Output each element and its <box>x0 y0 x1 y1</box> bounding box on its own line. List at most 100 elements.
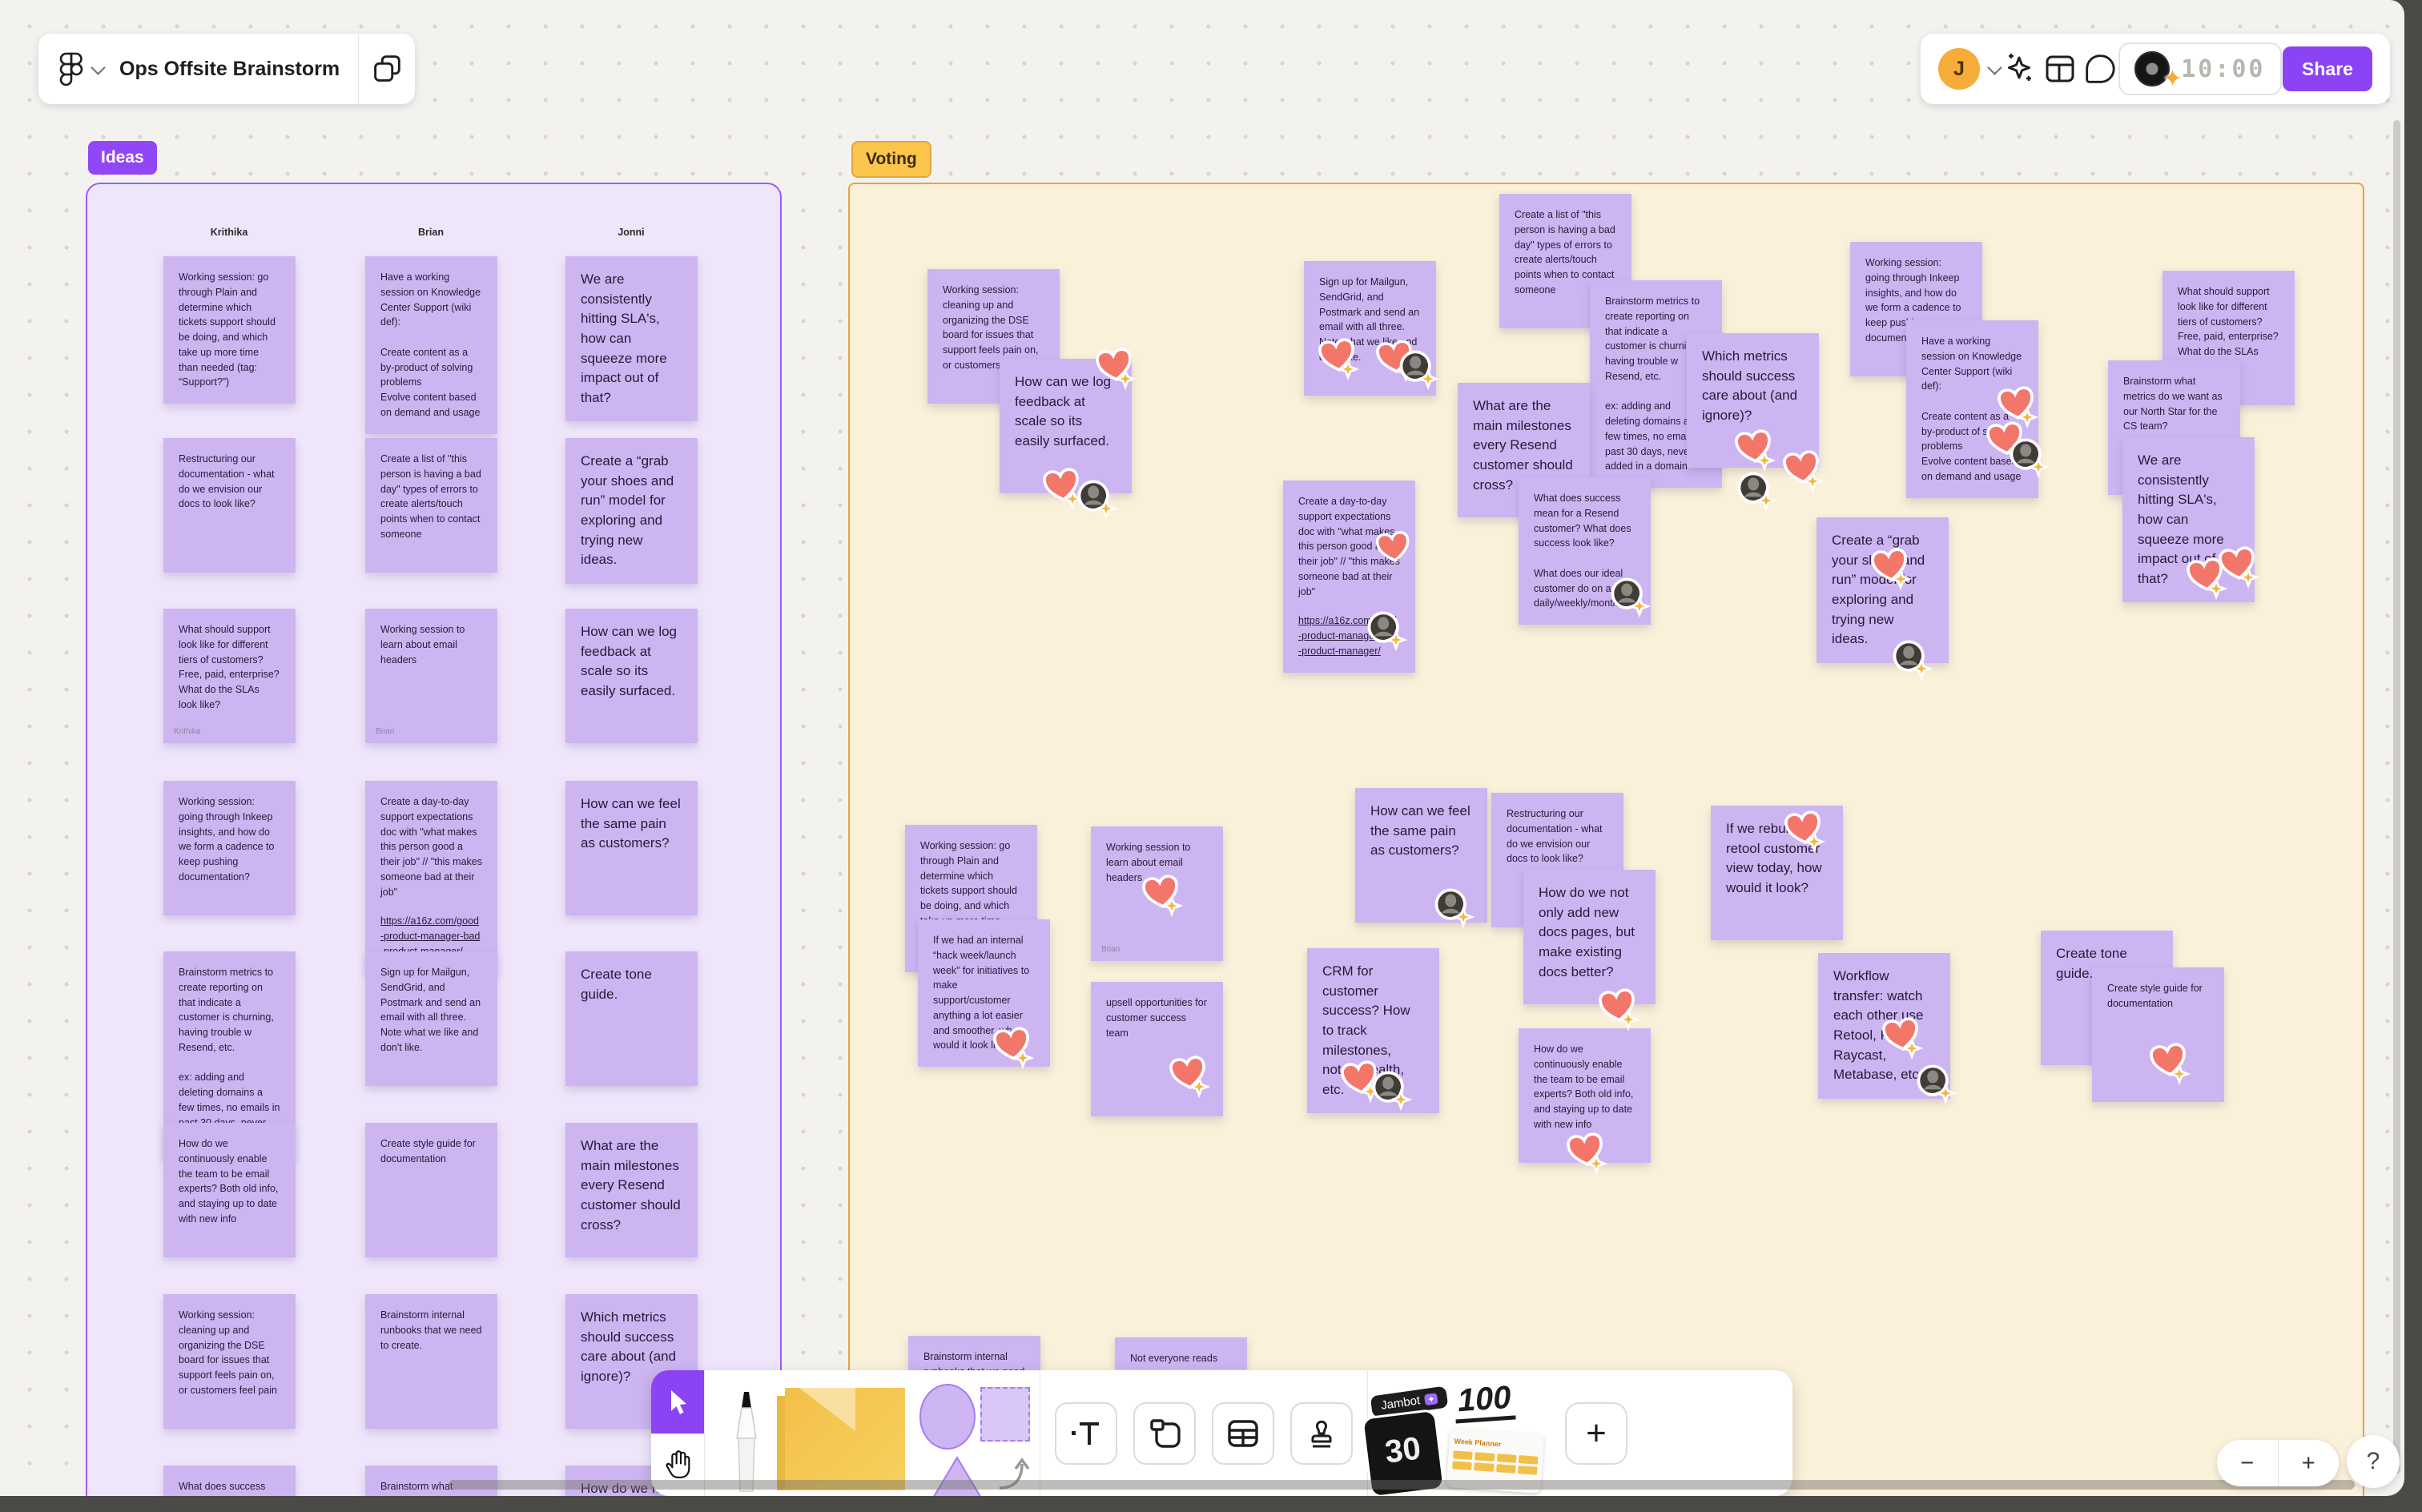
sticky-note[interactable]: Create a “grab your shoes and run” model… <box>565 438 698 584</box>
sticky-note[interactable]: CRM for customer success? How to track m… <box>1307 948 1439 1116</box>
sticky-note[interactable]: Create style guide for documentation <box>365 1123 497 1257</box>
avatar-sticker[interactable] <box>1430 883 1475 933</box>
sticky-note-text: We are consistently hitting SLA's, how c… <box>581 271 667 405</box>
sticky-note[interactable]: Create tone guide. <box>565 951 698 1086</box>
heart-sticker[interactable] <box>1092 344 1137 395</box>
whiteboard-canvas[interactable]: Ideas Voting Krithika Brian Jonni Working … <box>0 0 2404 1496</box>
sticky-note[interactable]: Working session to learn about email hea… <box>1091 826 1223 961</box>
avatar-sticker[interactable] <box>1889 634 1933 685</box>
heart-sticker[interactable] <box>1139 871 1184 922</box>
heart-sticker[interactable] <box>2146 1040 2191 1090</box>
sticky-note[interactable]: If we rebuilt retool customer view today… <box>1711 806 1843 940</box>
sticky-note[interactable]: Working session: go through Plain and de… <box>163 256 296 404</box>
avatar-sticker[interactable] <box>1913 1059 1957 1109</box>
table-tool-button[interactable] <box>1212 1401 1274 1465</box>
sticky-note[interactable]: Have a working session on Knowledge Cent… <box>1906 320 2050 498</box>
sticky-note[interactable]: Create a list of "this person is having … <box>365 438 497 573</box>
zoom-in-button[interactable]: + <box>2279 1440 2340 1486</box>
sticky-note[interactable]: What does success mean for a Resend cust… <box>1519 477 1652 625</box>
ideas-section-label[interactable]: Ideas <box>88 141 157 175</box>
heart-sticker[interactable] <box>1595 985 1640 1035</box>
sticky-note[interactable]: How can we feel the same pain as custome… <box>565 781 698 915</box>
help-button[interactable]: ? <box>2347 1435 2400 1488</box>
avatar-sticker[interactable] <box>1368 1065 1413 1116</box>
sticky-note[interactable]: Which metrics should success care about … <box>1687 333 1825 513</box>
file-title[interactable]: Ops Offsite Brainstorm <box>119 58 340 81</box>
share-button[interactable]: Share <box>2283 46 2372 91</box>
voting-section-label[interactable]: Voting <box>851 141 931 178</box>
sticky-note[interactable]: If we had an internal “hack week/launch … <box>918 919 1050 1070</box>
heart-sticker[interactable] <box>2215 543 2260 593</box>
sticky-note[interactable]: Workflow transfer: watch each other use … <box>1818 953 1957 1105</box>
sticky-note[interactable]: Restructuring our documentation - what d… <box>163 438 296 573</box>
avatar-sticker[interactable] <box>2006 432 2050 483</box>
sticky-note[interactable]: How can we log feedback at scale so its … <box>565 609 698 743</box>
triangle-shape-icon[interactable] <box>929 1454 985 1497</box>
sticky-note[interactable]: What should support look like for differ… <box>163 609 296 743</box>
heart-sticker[interactable] <box>990 1023 1035 1074</box>
hundred-points-widget[interactable]: 100 <box>1453 1378 1516 1424</box>
sticky-note[interactable]: Not everyone reads <box>1115 1337 1247 1369</box>
heart-sticker[interactable] <box>1373 529 1414 574</box>
vertical-scrollbar[interactable] <box>2393 120 2400 1474</box>
templates-icon[interactable] <box>2041 50 2079 88</box>
avatar-sticker[interactable] <box>1395 344 1440 395</box>
sticky-note-tool[interactable] <box>777 1387 905 1490</box>
sticky-note[interactable]: Create style guide for documentation <box>2092 967 2224 1102</box>
stamp-tool-button[interactable] <box>1290 1401 1353 1465</box>
avatar-sticker[interactable] <box>1363 605 1408 656</box>
widgets-tool[interactable]: Jambot 30 100 Week Planner <box>1363 1373 1552 1496</box>
sticky-note[interactable]: Working session: cleaning up and organiz… <box>163 1294 296 1429</box>
sticky-note[interactable]: How do we continuously enable the team t… <box>1519 1028 1651 1176</box>
sticky-note[interactable]: Brainstorm internal runbooks that we nee… <box>908 1336 1040 1371</box>
heart-sticker[interactable] <box>1868 545 1913 595</box>
horizontal-scrollbar[interactable] <box>449 1480 2355 1490</box>
sticky-note[interactable]: How do we not only add new docs pages, b… <box>1523 870 1656 1031</box>
select-tool-button[interactable] <box>651 1370 704 1434</box>
chevron-down-icon[interactable] <box>91 59 106 75</box>
avatar-sticker[interactable] <box>1607 572 1652 622</box>
sticky-note[interactable]: We are consistently hitting SLA's, how c… <box>565 256 698 422</box>
sticky-note[interactable]: Create a day-to-day support expectations… <box>1283 481 1415 673</box>
ai-sparkle-icon[interactable] <box>2002 50 2040 88</box>
heart-sticker[interactable] <box>1315 335 1360 385</box>
chat-bubble-icon[interactable] <box>2081 50 2118 87</box>
jambot-widget[interactable]: Jambot <box>1370 1385 1449 1418</box>
shapes-tool[interactable] <box>919 1377 1040 1497</box>
timer-widget[interactable]: 10:00 <box>2118 42 2282 95</box>
sticky-note[interactable]: Sign up for Mailgun, SendGrid, and Postm… <box>365 951 497 1086</box>
marker-tool[interactable] <box>729 1389 764 1494</box>
sticky-note[interactable]: upsell opportunities for customer succes… <box>1091 982 1223 1116</box>
sticky-note[interactable]: Create a day-to-day support expectations… <box>365 781 497 973</box>
sticky-note[interactable]: Sign up for Mailgun, SendGrid, and Postm… <box>1304 261 1440 396</box>
heart-sticker[interactable] <box>1563 1129 1608 1180</box>
heart-sticker[interactable] <box>1781 807 1826 858</box>
avatar-sticker[interactable] <box>1073 474 1118 525</box>
section-tool-button[interactable] <box>1133 1401 1196 1465</box>
sticky-note[interactable]: Working session: going through Inkeep in… <box>163 781 296 915</box>
music-disc-icon[interactable] <box>2134 51 2183 93</box>
sticky-note[interactable]: How can we log feedback at scale so its … <box>1000 348 1137 521</box>
heart-sticker[interactable] <box>1780 447 1825 497</box>
sticky-note[interactable]: What are the main milestones every Resen… <box>565 1123 698 1257</box>
pages-icon[interactable] <box>359 34 415 104</box>
figma-logo-icon[interactable] <box>59 52 83 86</box>
sticky-note[interactable]: How do we continuously enable the team t… <box>163 1123 296 1257</box>
avatar-chevron-down-icon[interactable] <box>1987 59 2002 75</box>
ellipse-shape-icon[interactable] <box>919 1383 976 1450</box>
sticky-note[interactable]: Have a working session on Knowledge Cent… <box>365 256 497 434</box>
add-more-tools-button[interactable]: + <box>1565 1401 1627 1465</box>
sticky-note[interactable]: What does success mean for a Resend cust… <box>163 1466 296 1496</box>
sticky-note[interactable]: How can we feel the same pain as custome… <box>1355 788 1487 929</box>
avatar[interactable]: J <box>1938 48 1980 90</box>
sticky-note[interactable]: Working session to learn about email hea… <box>365 609 497 743</box>
square-shape-icon[interactable] <box>980 1386 1030 1442</box>
avatar-sticker[interactable] <box>1733 466 1778 517</box>
text-tool-button[interactable] <box>1055 1401 1117 1465</box>
sticky-note[interactable]: Brainstorm internal runbooks that we nee… <box>365 1294 497 1429</box>
sticky-note[interactable]: We are consistently hitting SLA's, how c… <box>2122 437 2260 603</box>
sticky-note[interactable]: Create a “grab your shoes and run” model… <box>1816 517 1949 681</box>
heart-sticker[interactable] <box>1166 1052 1211 1103</box>
zoom-out-button[interactable]: − <box>2217 1440 2279 1486</box>
heart-sticker[interactable] <box>1879 1014 1924 1064</box>
